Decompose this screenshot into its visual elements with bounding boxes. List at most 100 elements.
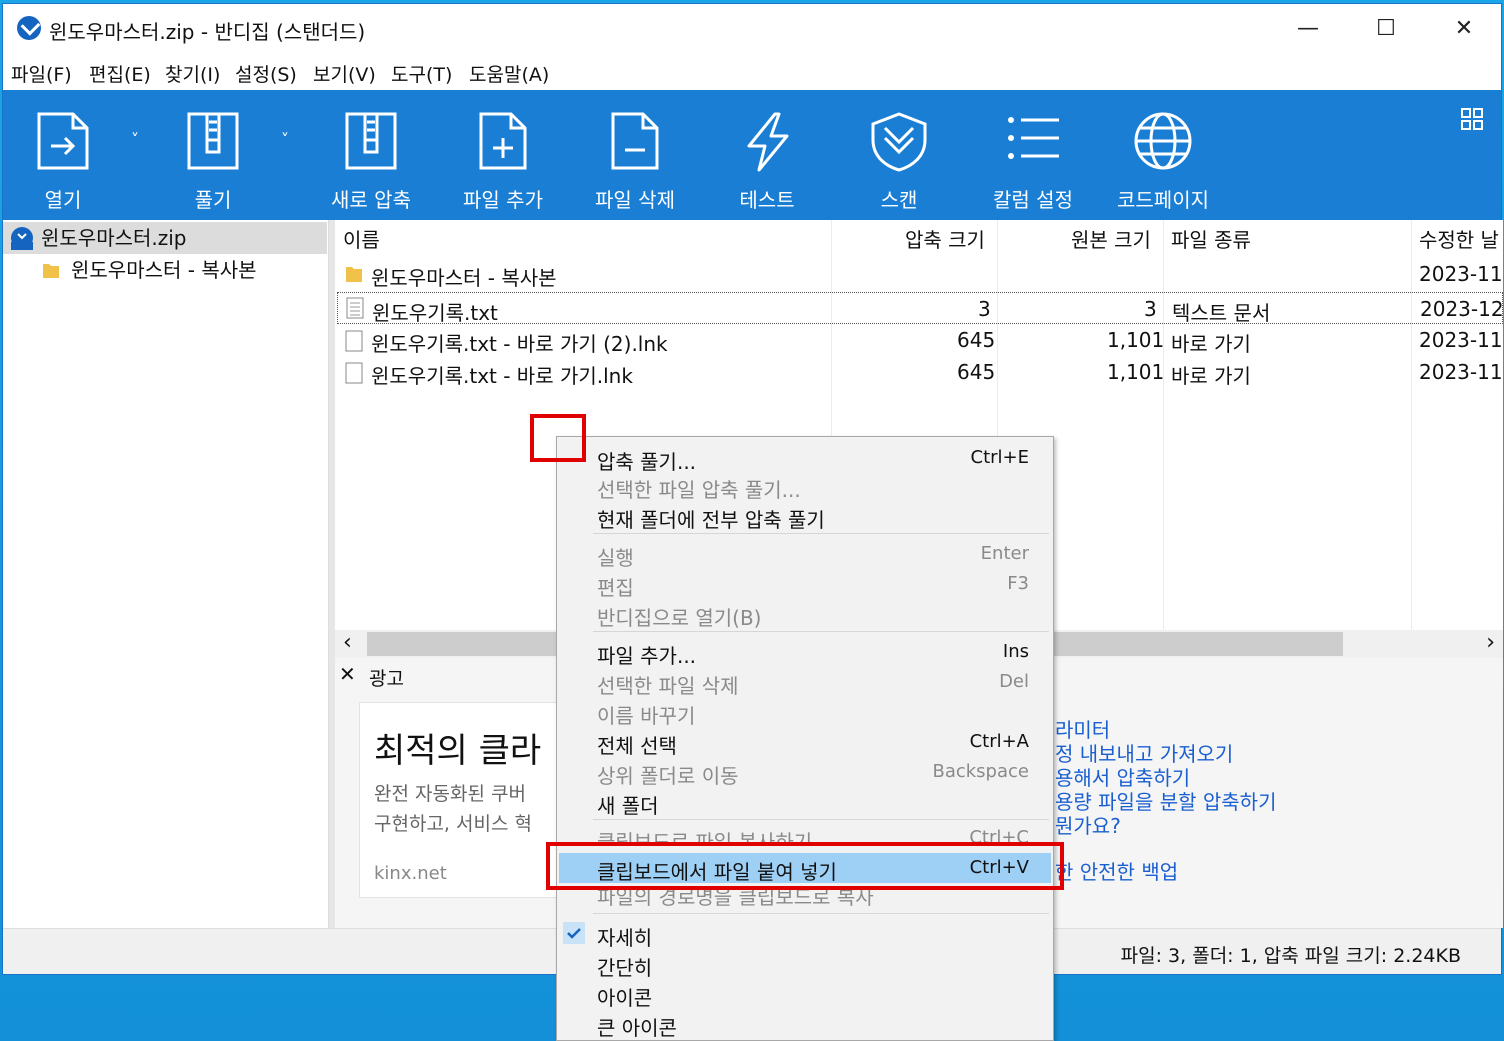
maximize-icon: ☐ <box>1376 16 1396 41</box>
ad-close-icon[interactable]: ✕ <box>339 662 356 686</box>
add-file-label: 파일 추가 <box>463 188 543 212</box>
scroll-right-icon[interactable]: › <box>1486 630 1495 655</box>
menu-item-extract-here[interactable]: 현재 폴더에 전부 압축 풀기 <box>559 501 1051 532</box>
column-header-original[interactable]: 원본 크기 <box>1071 220 1151 256</box>
file-packed: 645 <box>957 328 996 352</box>
menu-item-view-details[interactable]: 자세히 <box>559 919 1051 950</box>
column-header-name[interactable]: 이름 <box>343 220 380 256</box>
text-file-icon <box>346 297 364 319</box>
minimize-icon: — <box>1297 16 1319 41</box>
title-bar: 윈도우마스터.zip - 반디집 (스탠더드) — ☐ ✕ <box>3 4 1501 54</box>
codepage-label: 코드페이지 <box>1117 188 1209 212</box>
close-button[interactable]: ✕ <box>1441 12 1487 46</box>
menu-item-extract[interactable]: 압축 풀기... Ctrl+E <box>559 443 1051 474</box>
menu-item-new-folder[interactable]: 새 폴더 <box>559 787 1051 818</box>
add-file-icon <box>479 112 527 170</box>
open-button[interactable]: 열기 <box>13 90 113 220</box>
ad-label: 광고 <box>369 668 404 690</box>
file-packed: 3 <box>978 297 991 321</box>
menu-edit[interactable]: 편집(E) <box>89 60 151 87</box>
menu-item-edit[interactable]: 편집 F3 <box>559 569 1051 600</box>
checkmark-icon <box>563 922 585 944</box>
tree-item-root[interactable]: 윈도우마스터.zip <box>3 222 327 254</box>
open-dropdown-arrow[interactable]: ˅ <box>131 130 139 149</box>
sort-arrow-icon: ˄ <box>575 220 582 230</box>
menu-item-view-icons[interactable]: 아이콘 <box>559 979 1051 1010</box>
new-archive-icon <box>345 112 397 170</box>
menu-item-extract-selected[interactable]: 선택한 파일 압축 풀기... <box>559 471 1051 502</box>
column-header-modified[interactable]: 수정한 날 <box>1419 220 1499 256</box>
new-archive-label: 새로 압축 <box>331 188 411 212</box>
close-icon: ✕ <box>1454 16 1474 41</box>
open-icon <box>37 112 89 170</box>
test-label: 테스트 <box>739 188 795 212</box>
column-header-type[interactable]: 파일 종류 <box>1171 220 1251 256</box>
codepage-button[interactable]: 코드페이지 <box>1113 90 1213 220</box>
table-row[interactable]: 윈도우기록.txt - 바로 가기.lnk 645 1,101 바로 가기 20… <box>335 356 1503 388</box>
file-original: 3 <box>1144 297 1157 321</box>
menu-file[interactable]: 파일(F) <box>11 60 72 87</box>
maximize-button[interactable]: ☐ <box>1363 12 1409 46</box>
tree-item-copy-label: 윈도우마스터 - 복사본 <box>71 258 257 282</box>
menu-item-add-file[interactable]: 파일 추가... Ins <box>559 637 1051 668</box>
zip-extract-icon <box>187 112 239 170</box>
open-label: 열기 <box>44 188 82 212</box>
menu-item-select-all[interactable]: 전체 선택 Ctrl+A <box>559 727 1051 758</box>
menu-item-rename[interactable]: 이름 바꾸기 <box>559 697 1051 728</box>
add-file-button[interactable]: 파일 추가 <box>453 90 553 220</box>
test-button[interactable]: 테스트 <box>717 90 817 220</box>
file-type: 텍스트 문서 <box>1172 301 1271 325</box>
column-settings-label: 칼럼 설정 <box>993 188 1073 212</box>
file-name: 윈도우기록.txt - 바로 가기 (2).lnk <box>371 332 668 356</box>
column-settings-button[interactable]: 칼럼 설정 <box>983 90 1083 220</box>
layout-grid-icon[interactable] <box>1461 108 1483 130</box>
table-row[interactable]: 윈도우마스터 - 복사본 2023-11- <box>335 258 1503 290</box>
menu-item-view-list[interactable]: 간단히 <box>559 949 1051 980</box>
extract-dropdown-arrow[interactable]: ˅ <box>281 130 289 149</box>
scroll-left-icon[interactable]: ‹ <box>343 630 352 655</box>
file-type: 바로 가기 <box>1171 332 1251 356</box>
extract-button[interactable]: 풀기 <box>163 90 263 220</box>
list-columns-icon <box>1008 117 1059 159</box>
menu-item-open-with-bandizip[interactable]: 반디집으로 열기(B) <box>559 599 1051 630</box>
tree-item-root-label: 윈도우마스터.zip <box>41 226 187 250</box>
scan-button[interactable]: 스캔 <box>849 90 949 220</box>
help-link[interactable]: 한 안전한 백업 <box>1055 856 1178 885</box>
file-original: 1,101 <box>1107 360 1165 384</box>
annotation-click-box <box>530 414 586 462</box>
menu-tools[interactable]: 도구(T) <box>391 60 452 87</box>
menu-help[interactable]: 도움말(A) <box>469 60 549 87</box>
table-row[interactable]: 윈도우기록.txt - 바로 가기 (2).lnk 645 1,101 바로 가… <box>335 324 1503 356</box>
tree-item-copy[interactable]: 윈도우마스터 - 복사본 <box>3 254 327 286</box>
file-type: 바로 가기 <box>1171 364 1251 388</box>
table-row[interactable]: 윈도우기록.txt 3 3 텍스트 문서 2023-12- <box>337 292 1503 325</box>
menu-item-parent-folder[interactable]: 상위 폴더로 이동 Backspace <box>559 757 1051 788</box>
file-packed: 645 <box>957 360 996 384</box>
new-archive-button[interactable]: 새로 압축 <box>321 90 421 220</box>
menu-item-copy-to-clipboard[interactable]: 클립보드로 파일 복사하기 Ctrl+C <box>559 823 1051 843</box>
folder-tree: 윈도우마스터.zip 윈도우마스터 - 복사본 <box>3 220 329 928</box>
file-name: 윈도우기록.txt - 바로 가기.lnk <box>371 364 633 388</box>
shield-check-icon <box>871 112 927 172</box>
menu-find[interactable]: 찾기(I) <box>165 60 220 87</box>
status-text: 파일: 3, 폴더: 1, 압축 파일 크기: 2.24KB <box>1120 945 1461 967</box>
globe-icon <box>1134 112 1192 170</box>
file-icon <box>345 330 363 352</box>
folder-icon <box>346 267 362 282</box>
file-modified: 2023-11- <box>1419 360 1503 384</box>
menu-item-run[interactable]: 실행 Enter <box>559 539 1051 570</box>
menu-item-delete-selected[interactable]: 선택한 파일 삭제 Del <box>559 667 1051 698</box>
menu-view[interactable]: 보기(V) <box>313 60 376 87</box>
menu-item-view-large-icons[interactable]: 큰 아이콘 <box>559 1009 1051 1040</box>
ad-headline: 최적의 클라 <box>374 731 542 771</box>
window-title: 윈도우마스터.zip - 반디집 (스탠더드) <box>49 20 366 44</box>
minimize-button[interactable]: — <box>1285 12 1331 46</box>
menu-settings[interactable]: 설정(S) <box>235 60 297 87</box>
help-link[interactable]: 뭔가요? <box>1055 810 1121 839</box>
column-header-packed[interactable]: 압축 크기 <box>905 220 985 256</box>
scan-label: 스캔 <box>880 188 918 212</box>
folder-icon <box>43 264 59 278</box>
delete-file-icon <box>611 112 659 170</box>
delete-file-button[interactable]: 파일 삭제 <box>585 90 685 220</box>
ad-body-line-1: 완전 자동화된 쿠버 <box>374 783 526 805</box>
